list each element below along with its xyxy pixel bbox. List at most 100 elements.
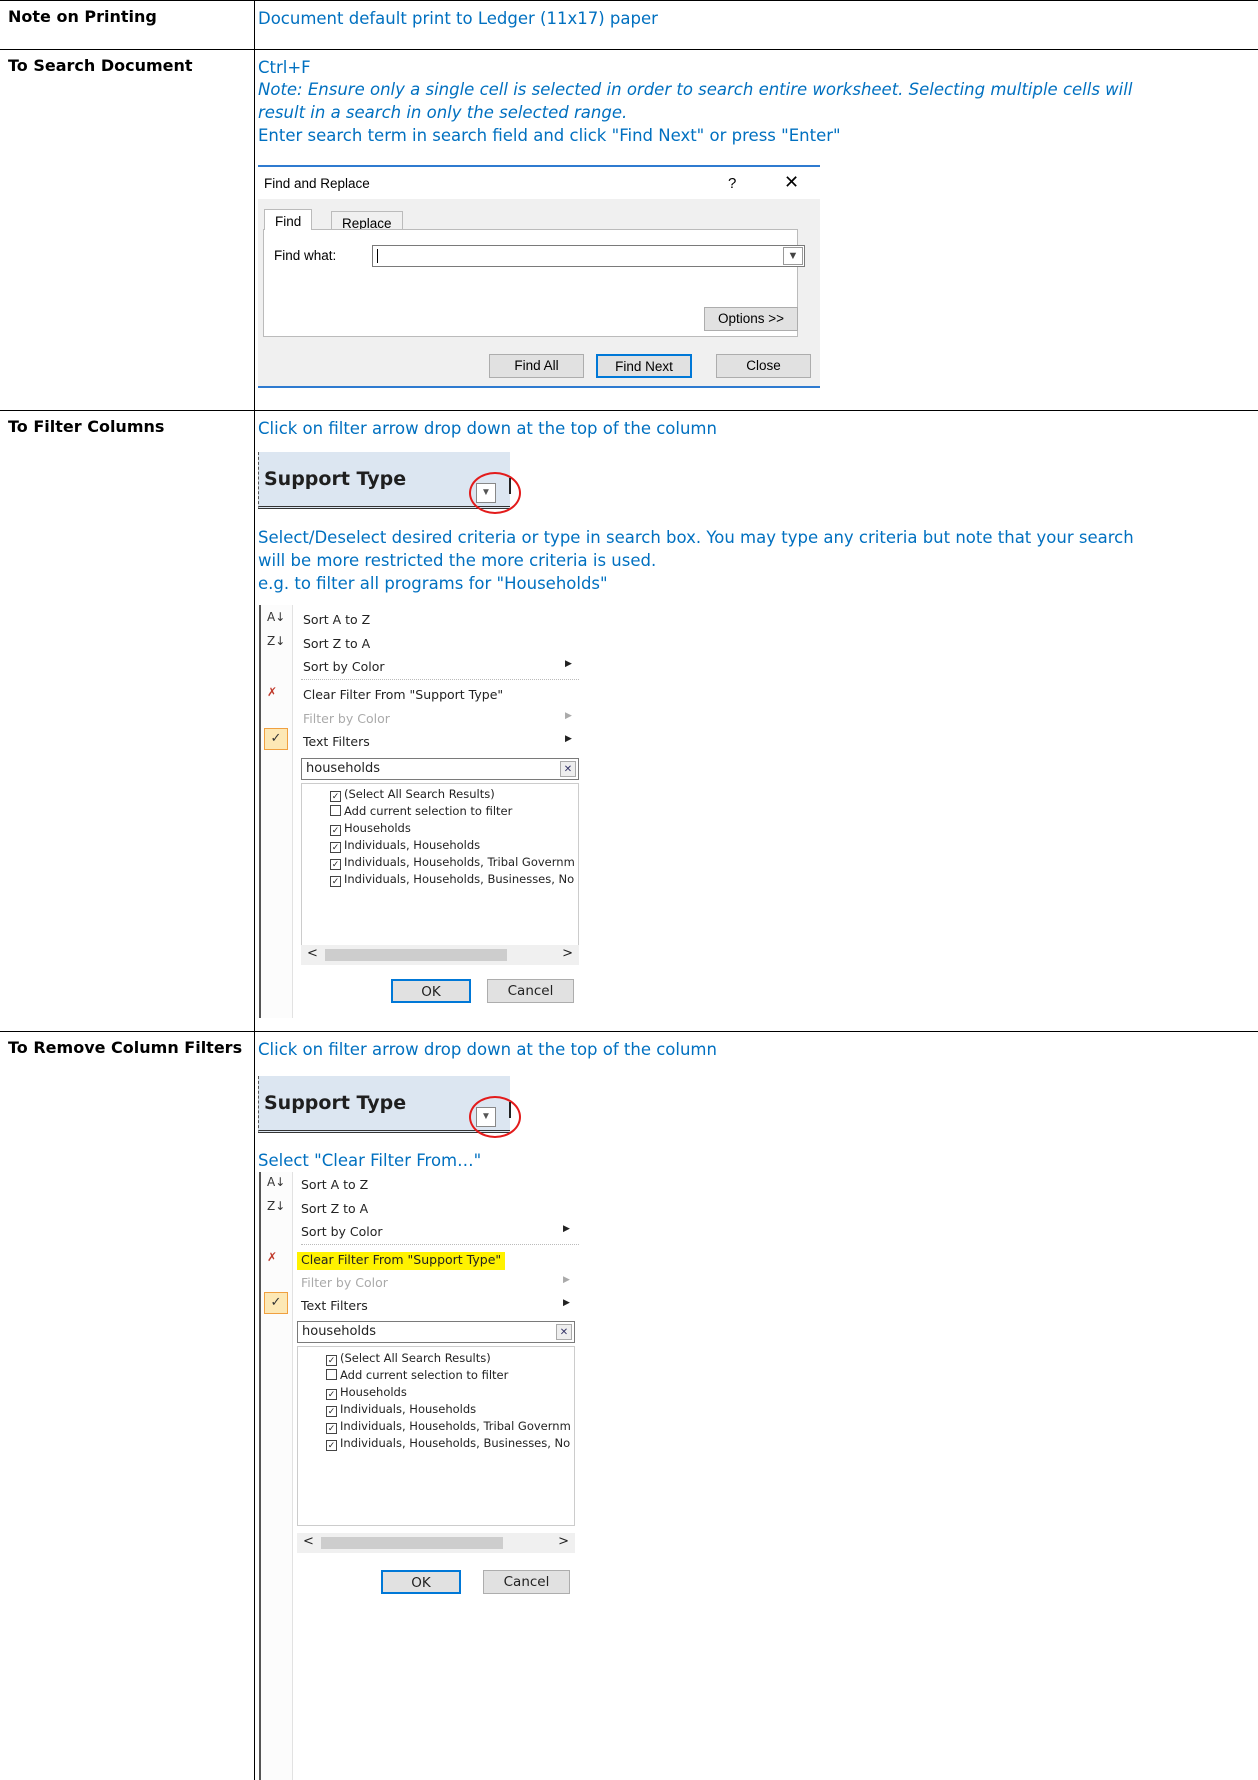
- checkbox[interactable]: [326, 1369, 337, 1380]
- ok-button[interactable]: OK: [381, 1570, 461, 1594]
- annotation-circle: [469, 472, 521, 514]
- checkbox[interactable]: ✓: [330, 859, 341, 870]
- menu-sort-za[interactable]: Sort Z to A: [301, 1201, 368, 1216]
- sort-za-icon: Z↓: [267, 634, 286, 648]
- cancel-button[interactable]: Cancel: [483, 1570, 570, 1594]
- checkbox[interactable]: ✓: [326, 1389, 337, 1400]
- checkmark-icon: ✓: [264, 728, 288, 750]
- menu-sort-color[interactable]: Sort by Color ▶: [301, 1224, 570, 1239]
- checkmark-icon: ✓: [264, 1292, 288, 1314]
- checkbox[interactable]: ✓: [330, 791, 341, 802]
- close-button[interactable]: Close: [716, 354, 811, 378]
- filter-example: e.g. to filter all programs for "Househo…: [258, 574, 608, 593]
- scroll-left-icon[interactable]: <: [307, 946, 318, 961]
- find-next-button[interactable]: Find Next: [596, 354, 692, 378]
- scrollbar-thumb[interactable]: [321, 1537, 503, 1549]
- menu-sort-color[interactable]: Sort by Color ▶: [303, 659, 572, 674]
- menu-text-filters[interactable]: Text Filters ▶: [303, 734, 572, 749]
- list-item-label: Individuals, Households: [344, 838, 481, 852]
- menu-gutter: [261, 605, 293, 1018]
- list-item[interactable]: ✓ Individuals, Households: [330, 838, 480, 853]
- horizontal-scrollbar[interactable]: < >: [297, 1533, 575, 1553]
- list-item-label: Households: [344, 821, 411, 835]
- menu-sort-az[interactable]: Sort A to Z: [303, 612, 370, 627]
- cancel-button[interactable]: Cancel: [487, 979, 574, 1003]
- scrollbar-thumb[interactable]: [325, 949, 507, 961]
- menu-filter-color-label: Filter by Color: [303, 711, 390, 726]
- row-label-printing: Note on Printing: [0, 1, 255, 49]
- ok-button[interactable]: OK: [391, 979, 471, 1003]
- find-what-input[interactable]: ▼: [372, 245, 805, 267]
- sort-az-icon: A↓: [267, 610, 286, 624]
- filter-menu-highlighted: A↓ Sort A to Z Z↓ Sort Z to A Sort by Co…: [259, 1172, 579, 1780]
- close-icon[interactable]: ✕: [784, 172, 799, 193]
- checkbox[interactable]: ✓: [330, 876, 341, 887]
- find-replace-dialog: Find and Replace ? ✕ Find Replace Find w…: [258, 165, 820, 388]
- list-item[interactable]: ✓ Individuals, Households, Tribal Governm: [330, 855, 575, 870]
- scroll-left-icon[interactable]: <: [303, 1534, 314, 1549]
- list-item[interactable]: ✓ Households: [326, 1385, 407, 1400]
- checkbox[interactable]: ✓: [330, 825, 341, 836]
- submenu-arrow-icon: ▶: [563, 1275, 570, 1285]
- menu-clear-filter[interactable]: Clear Filter From "Support Type": [301, 1252, 501, 1267]
- menu-separator: [301, 1244, 579, 1245]
- list-item-label: Add current selection to filter: [340, 1368, 509, 1382]
- scroll-right-icon[interactable]: >: [562, 946, 573, 961]
- list-item-label: Individuals, Households, Businesses, No: [344, 872, 575, 886]
- list-item[interactable]: ✓ Individuals, Households, Businesses, No: [330, 872, 574, 887]
- tab-find[interactable]: Find: [264, 209, 313, 230]
- annotation-circle: [469, 1096, 521, 1138]
- checkbox[interactable]: ✓: [326, 1440, 337, 1451]
- submenu-arrow-icon: ▶: [563, 1298, 570, 1308]
- chevron-down-icon[interactable]: ▼: [783, 247, 803, 265]
- text-caret: [377, 249, 378, 263]
- list-item[interactable]: ✓ (Select All Search Results): [330, 787, 495, 802]
- checkbox[interactable]: ✓: [326, 1406, 337, 1417]
- filter-search-input[interactable]: households ✕: [297, 1321, 575, 1343]
- find-all-button[interactable]: Find All: [489, 354, 584, 378]
- sort-za-icon: Z↓: [267, 1199, 286, 1213]
- menu-sort-za[interactable]: Sort Z to A: [303, 636, 370, 651]
- menu-text-filters[interactable]: Text Filters ▶: [301, 1298, 570, 1313]
- clear-filter-icon: ✗: [267, 685, 278, 699]
- row-label-remove: To Remove Column Filters: [0, 1032, 255, 1780]
- horizontal-scrollbar[interactable]: < >: [301, 945, 579, 965]
- scroll-right-icon[interactable]: >: [558, 1534, 569, 1549]
- search-value: households: [306, 761, 381, 776]
- menu-filter-color: Filter by Color ▶: [303, 711, 572, 726]
- menu-sort-az[interactable]: Sort A to Z: [301, 1177, 368, 1192]
- list-item-label: Individuals, Households: [340, 1402, 477, 1416]
- clear-search-icon[interactable]: ✕: [560, 761, 576, 777]
- menu-separator: [301, 679, 579, 680]
- list-item[interactable]: ✓ Individuals, Households, Tribal Governm: [326, 1419, 571, 1434]
- search-note-line1: Note: Ensure only a single cell is selec…: [258, 80, 1133, 99]
- list-item[interactable]: ✓ Households: [330, 821, 411, 836]
- help-icon[interactable]: ?: [728, 175, 736, 192]
- clear-search-icon[interactable]: ✕: [556, 1324, 572, 1340]
- list-item-label: Households: [340, 1385, 407, 1399]
- checkbox[interactable]: ✓: [326, 1423, 337, 1434]
- options-button[interactable]: Options >>: [704, 307, 798, 331]
- clear-filter-icon: ✗: [267, 1250, 278, 1264]
- filter-desc-line1: Select/Deselect desired criteria or type…: [258, 528, 1134, 547]
- submenu-arrow-icon: ▶: [565, 659, 572, 669]
- row-remove-filters: To Remove Column Filters Click on filter…: [0, 1031, 1258, 1780]
- find-panel: Find what: ▼ Options >>: [263, 229, 805, 337]
- cursor-marker: [509, 1102, 511, 1118]
- list-item[interactable]: Add current selection to filter: [330, 804, 512, 818]
- checkbox[interactable]: ✓: [330, 842, 341, 853]
- filter-values-list: ✓ (Select All Search Results) Add current…: [301, 783, 579, 963]
- tab-replace[interactable]: Replace: [331, 211, 403, 231]
- checkbox[interactable]: [330, 805, 341, 816]
- list-item[interactable]: ✓ (Select All Search Results): [326, 1351, 491, 1366]
- filter-search-input[interactable]: households ✕: [301, 758, 579, 780]
- list-item[interactable]: ✓ Individuals, Households: [326, 1402, 476, 1417]
- filter-instruction: Click on filter arrow drop down at the t…: [258, 419, 717, 438]
- list-item[interactable]: ✓ Individuals, Households, Businesses, No: [326, 1436, 570, 1451]
- checkbox[interactable]: ✓: [326, 1355, 337, 1366]
- remove-select-note: Select "Clear Filter From…": [258, 1151, 482, 1170]
- row-filter: To Filter Columns Click on filter arrow …: [0, 410, 1258, 1031]
- filter-values-list: ✓ (Select All Search Results) Add current…: [297, 1346, 575, 1526]
- menu-clear-filter[interactable]: Clear Filter From "Support Type": [303, 687, 503, 702]
- list-item[interactable]: Add current selection to filter: [326, 1368, 508, 1382]
